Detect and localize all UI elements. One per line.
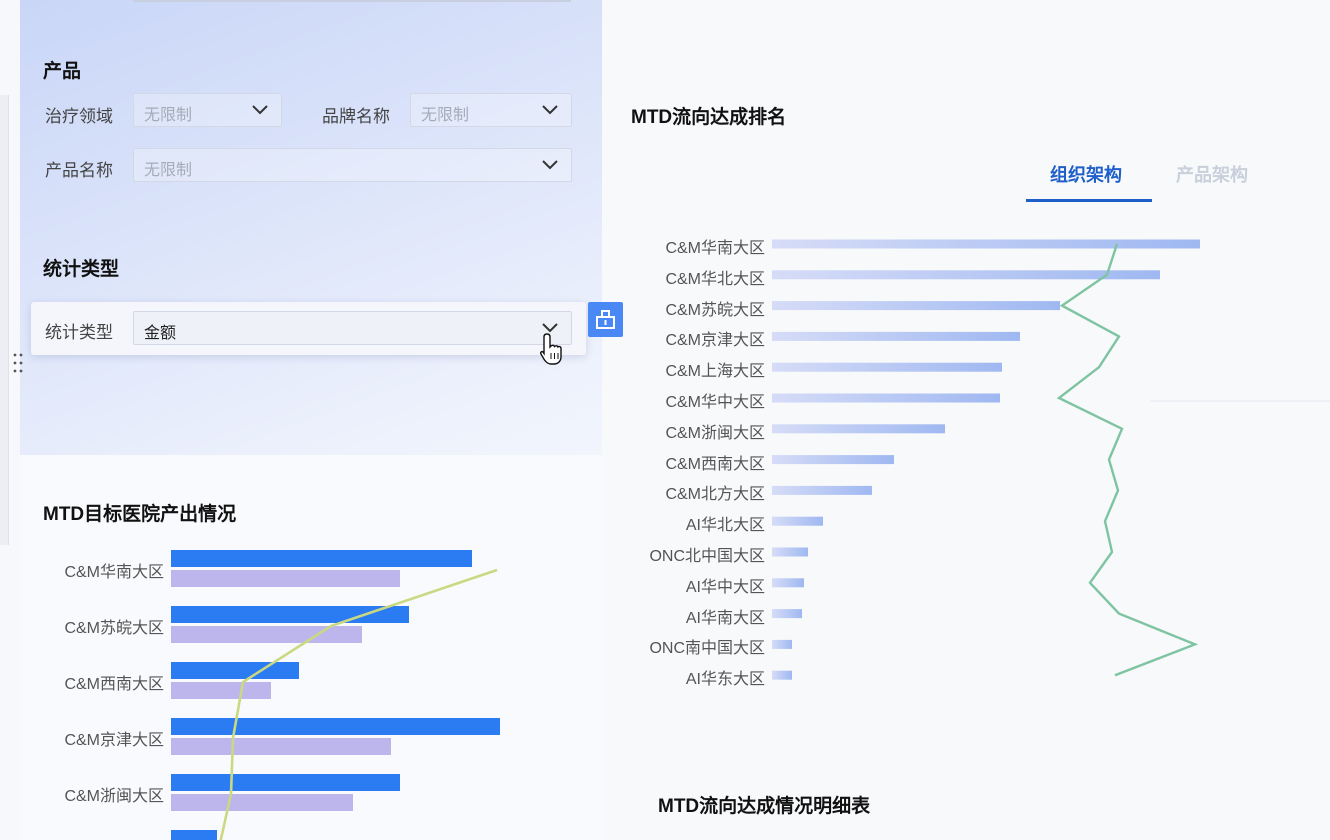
hospital-bar-primary[interactable]: [171, 718, 500, 735]
hospital-bar-secondary[interactable]: [171, 682, 271, 699]
hospital-bar-primary[interactable]: [171, 662, 299, 679]
hospital-bar-chart: [171, 550, 500, 840]
hospital-bar-primary[interactable]: [171, 550, 472, 567]
hospital-bar-secondary[interactable]: [171, 794, 353, 811]
hospital-bar-primary[interactable]: [171, 830, 217, 840]
hospital-bar-secondary[interactable]: [171, 570, 400, 587]
detail-table-title: MTD流向达成情况明细表: [658, 796, 871, 817]
hospital-bar-secondary[interactable]: [171, 738, 391, 755]
hospital-bar-primary[interactable]: [171, 774, 400, 791]
hospital-bar-secondary[interactable]: [171, 626, 362, 643]
hospital-bar-primary[interactable]: [171, 606, 409, 623]
